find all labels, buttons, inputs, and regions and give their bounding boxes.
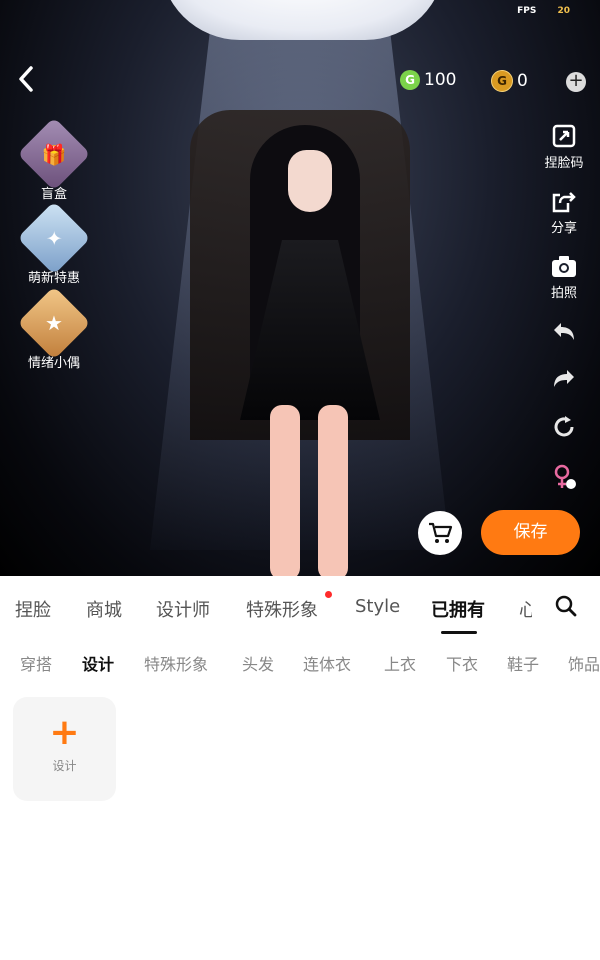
left-item-label: 萌新特惠 bbox=[27, 271, 80, 286]
face-code-label: 捏脸码 bbox=[544, 156, 584, 171]
share-button[interactable]: 分享 bbox=[542, 187, 586, 236]
subtab-bottom[interactable]: 下衣 bbox=[446, 651, 478, 675]
tab-designer[interactable]: 设计师 bbox=[156, 596, 210, 622]
tab-owned[interactable]: 已拥有 bbox=[431, 596, 485, 622]
gender-switch-icon bbox=[554, 464, 576, 489]
camera-button[interactable]: 拍照 bbox=[542, 252, 586, 301]
share-icon bbox=[552, 192, 576, 213]
plus-icon: + bbox=[49, 712, 80, 753]
gold-coin-icon: G bbox=[491, 70, 513, 92]
emotion-doll-icon: ★ bbox=[17, 286, 91, 360]
left-item-newbie-offer[interactable]: ✦ 萌新特惠 bbox=[17, 201, 91, 286]
fps-value: 20 bbox=[557, 6, 570, 16]
shopping-cart-icon bbox=[429, 522, 453, 543]
back-button[interactable] bbox=[16, 65, 44, 97]
left-item-label: 盲盒 bbox=[40, 187, 67, 202]
left-item-emotion-doll[interactable]: ★ 情绪小偶 bbox=[17, 286, 91, 371]
fps-indicator: FPS 20 bbox=[517, 6, 570, 16]
redo-icon bbox=[554, 370, 574, 387]
gift-box-icon: 🎁 bbox=[17, 117, 91, 191]
tab-special-look[interactable]: 特殊形象 bbox=[246, 596, 318, 622]
undo-button[interactable] bbox=[542, 318, 586, 348]
gold-currency-amount: 0 bbox=[517, 71, 528, 91]
character-scene[interactable]: FPS 20 G 100 G 0 + 🎁 盲盒 ✦ 萌新特惠 ★ 情绪小偶 捏脸… bbox=[0, 0, 600, 576]
undo-icon bbox=[554, 323, 574, 340]
save-button[interactable]: 保存 bbox=[481, 510, 580, 555]
green-coin-icon: G bbox=[400, 70, 420, 90]
sub-tabs: 穿搭 设计 特殊形象 头发 连体衣 上衣 下衣 鞋子 饰品 bbox=[0, 636, 600, 686]
camera-icon bbox=[552, 256, 576, 277]
share-label: 分享 bbox=[550, 221, 577, 236]
face-code-button[interactable]: 捏脸码 bbox=[538, 122, 590, 171]
subtab-hair[interactable]: 头发 bbox=[242, 651, 274, 675]
subtab-special-look[interactable]: 特殊形象 bbox=[144, 651, 208, 675]
gold-currency[interactable]: G 0 bbox=[491, 70, 528, 92]
notification-dot bbox=[325, 591, 332, 598]
subtab-top[interactable]: 上衣 bbox=[384, 651, 416, 675]
subtab-accessories[interactable]: 饰品 bbox=[568, 651, 600, 675]
left-item-label: 情绪小偶 bbox=[27, 356, 80, 371]
add-currency-button[interactable]: + bbox=[566, 72, 586, 92]
character-face bbox=[288, 150, 332, 212]
subtab-shoes[interactable]: 鞋子 bbox=[507, 651, 539, 675]
chevron-left-icon bbox=[19, 66, 33, 92]
camera-label: 拍照 bbox=[550, 286, 577, 301]
newbie-offer-icon: ✦ bbox=[17, 201, 91, 275]
tab-style[interactable]: Style bbox=[355, 596, 400, 617]
subtab-outfit[interactable]: 穿搭 bbox=[20, 651, 52, 675]
redo-button[interactable] bbox=[542, 365, 586, 395]
green-currency-amount: 100 bbox=[424, 70, 457, 90]
add-design-label: 设计 bbox=[52, 759, 77, 773]
search-icon bbox=[555, 595, 577, 617]
add-design-card[interactable]: + 设计 bbox=[13, 697, 116, 801]
tab-shop[interactable]: 商城 bbox=[86, 596, 122, 622]
green-currency[interactable]: G 100 bbox=[400, 70, 456, 90]
gender-switch-button[interactable] bbox=[542, 462, 586, 494]
ceiling-lamp bbox=[160, 0, 445, 40]
main-tabs: 捏脸 商城 设计师 特殊形象 Style 已拥有 心 bbox=[0, 576, 600, 636]
search-button[interactable] bbox=[554, 594, 578, 622]
character-leg-left bbox=[270, 405, 300, 576]
active-tab-indicator bbox=[441, 631, 477, 634]
left-item-blind-box[interactable]: 🎁 盲盒 bbox=[17, 117, 91, 202]
rotate-reset-icon bbox=[554, 416, 574, 437]
character-leg-right bbox=[318, 405, 348, 576]
tab-wishlist[interactable]: 心 bbox=[519, 596, 532, 622]
subtab-design[interactable]: 设计 bbox=[82, 651, 114, 675]
rotate-button[interactable] bbox=[542, 413, 586, 443]
tab-face[interactable]: 捏脸 bbox=[15, 596, 51, 622]
fps-label: FPS bbox=[517, 6, 537, 16]
cart-button[interactable] bbox=[418, 511, 462, 555]
subtab-jumpsuit[interactable]: 连体衣 bbox=[303, 651, 351, 675]
face-code-icon bbox=[552, 124, 576, 148]
